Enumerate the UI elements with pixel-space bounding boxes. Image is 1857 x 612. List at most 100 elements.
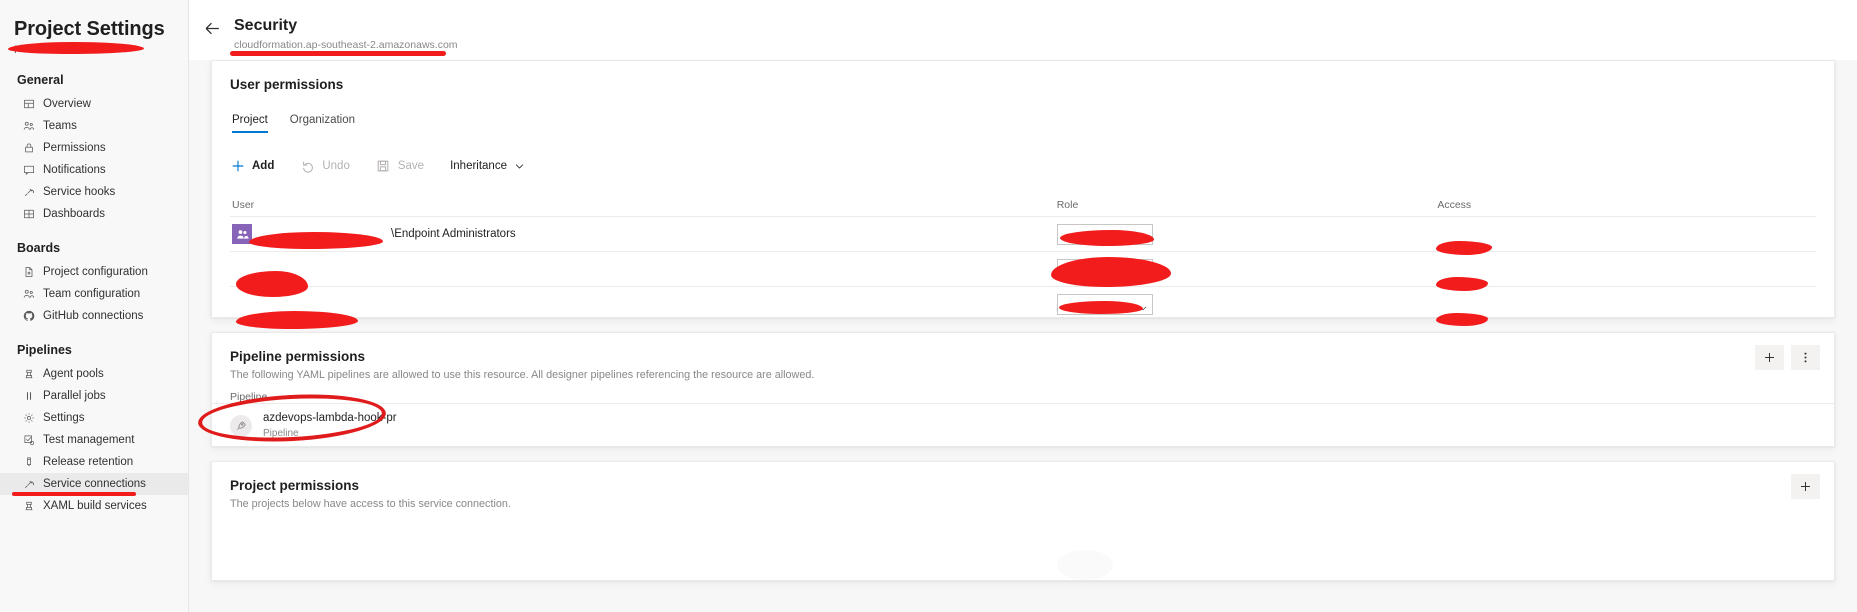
sidebar-item-project-configuration[interactable]: Project configuration	[0, 261, 188, 283]
sidebar-item-overview[interactable]: Overview	[0, 93, 188, 115]
pipeline-permissions-card: Pipeline permissions The following YAML …	[196, 332, 1835, 447]
save-button[interactable]: Save	[376, 159, 424, 174]
list-item[interactable]: azdevops-lambda-hook-pr Pipeline	[196, 390, 1834, 447]
chevron-down-icon	[1138, 300, 1148, 310]
agent-icon	[22, 500, 35, 513]
table-row[interactable]	[230, 252, 1816, 297]
back-arrow-icon[interactable]	[203, 19, 221, 37]
sidebar-item-agent-pools[interactable]: Agent pools	[0, 363, 188, 385]
app-root: Project Settings P General Overview Teams P…	[0, 0, 1857, 612]
user-permissions-table: User Role Access \Endpoint Administrator…	[230, 193, 1816, 329]
page-subtitle-text: cloudformation.ap-southeast-2.amazonaws.…	[234, 39, 458, 51]
redaction-mark-access-3	[1436, 312, 1489, 326]
sidebar-item-label: Settings	[43, 412, 85, 424]
table-row[interactable]	[230, 287, 1816, 329]
sidebar-item-service-connections[interactable]: Service connections	[0, 473, 188, 496]
column-header-user: User	[232, 198, 255, 211]
sidebar-item-label: Agent pools	[43, 368, 104, 380]
cell-role[interactable]	[1050, 256, 1436, 287]
pipeline-permissions-description: The following YAML pipelines are allowed…	[230, 369, 815, 381]
cell-role[interactable]	[1055, 294, 1436, 315]
plus-icon	[230, 159, 245, 174]
sidebar-item-label: Project configuration	[43, 266, 148, 278]
role-dropdown[interactable]	[1056, 223, 1153, 245]
sidebar: Project Settings P General Overview Teams P…	[0, 0, 189, 612]
user-permissions-card: User permissions Project Organization Ad…	[211, 60, 1835, 329]
github-icon	[22, 310, 35, 323]
column-header-access: Access	[1437, 198, 1472, 211]
page-title: Security	[234, 17, 298, 34]
sidebar-item-label: Teams	[43, 120, 77, 132]
tab-project[interactable]: Project	[232, 114, 268, 133]
more-options-button[interactable]	[1791, 345, 1820, 370]
sidebar-item-label: Service hooks	[43, 186, 116, 198]
annotation-underline-subtitle	[230, 51, 446, 56]
undo-button[interactable]: Undo	[300, 159, 350, 174]
lock-icon	[22, 142, 35, 155]
pipeline-name: azdevops-lambda-hook-pr	[263, 412, 397, 424]
main-content: Security cloudformation.ap-southeast-2.a…	[189, 0, 1857, 612]
sidebar-item-service-hooks[interactable]: Service hooks	[0, 181, 188, 203]
sidebar-item-test-management[interactable]: Test management	[0, 429, 188, 451]
pipeline-type: Pipeline	[263, 428, 299, 439]
cell-user: \Endpoint Administrators	[230, 224, 1055, 249]
sidebar-group-pipelines: Pipelines	[17, 343, 72, 357]
sidebar-item-label: Team configuration	[43, 288, 141, 300]
sidebar-item-label: GitHub connections	[43, 310, 144, 322]
project-permissions-description: The projects below have access to this s…	[230, 498, 511, 510]
sidebar-item-label: Service connections	[43, 478, 146, 490]
add-pipeline-button[interactable]	[1755, 345, 1784, 370]
table-row[interactable]: \Endpoint Administrators	[230, 217, 1816, 255]
sidebar-title: Project Settings	[14, 18, 165, 40]
sidebar-item-settings[interactable]: Settings	[0, 407, 188, 429]
pipeline-permissions-heading: Pipeline permissions	[230, 349, 366, 364]
overview-icon	[22, 98, 35, 111]
sidebar-item-label: Overview	[43, 98, 91, 110]
project-permissions-heading: Project permissions	[230, 478, 360, 493]
add-project-button[interactable]	[1791, 474, 1820, 499]
sidebar-subtitle-text: P	[14, 44, 22, 56]
plug-icon	[22, 478, 35, 491]
sidebar-item-permissions[interactable]: Permissions	[0, 137, 188, 159]
sidebar-item-label: Release retention	[43, 456, 134, 468]
save-button-label: Save	[397, 160, 425, 172]
tab-organization[interactable]: Organization	[290, 114, 355, 133]
undo-button-label: Undo	[322, 160, 350, 172]
sidebar-item-dashboards[interactable]: Dashboards	[0, 203, 188, 225]
sidebar-item-teams[interactable]: Teams	[0, 115, 188, 137]
sidebar-item-xaml-build-services[interactable]: XAML build services	[0, 495, 188, 517]
sidebar-item-notifications[interactable]: Notifications	[0, 159, 188, 181]
sidebar-item-release-retention[interactable]: Release retention	[0, 451, 188, 473]
sidebar-item-github-connections[interactable]: GitHub connections	[0, 305, 188, 327]
inheritance-dropdown[interactable]: Inheritance	[450, 160, 525, 172]
agent-icon	[22, 368, 35, 381]
document-icon	[22, 266, 35, 279]
gear-icon	[22, 412, 35, 425]
role-dropdown[interactable]	[1056, 294, 1153, 315]
dashboard-icon	[22, 208, 35, 221]
sidebar-item-label: XAML build services	[43, 500, 147, 512]
sidebar-nav: General Overview Teams Permissions Notificat…	[0, 57, 188, 517]
page-subtitle: cloudformation.ap-southeast-2.amazonaws.…	[230, 38, 458, 56]
sidebar-item-parallel-jobs[interactable]: Parallel jobs	[0, 385, 188, 407]
column-header-role: Role	[1056, 198, 1079, 211]
cell-user-text: \Endpoint Administrators	[391, 228, 516, 240]
retention-icon	[22, 456, 35, 469]
save-icon	[376, 159, 391, 174]
permissions-toolbar: Add Undo Save Inheritance	[230, 147, 1816, 185]
cell-role[interactable]	[1055, 223, 1436, 246]
sidebar-group-boards: Boards	[17, 241, 61, 255]
pipeline-card-actions	[1755, 345, 1820, 370]
redaction-mark-user-3	[236, 310, 358, 329]
sidebar-subtitle: P	[0, 41, 188, 57]
project-permissions-card: Project permissions The projects below h…	[211, 461, 1835, 581]
inheritance-label: Inheritance	[450, 160, 507, 172]
user-permissions-heading: User permissions	[230, 77, 344, 92]
add-button[interactable]: Add	[230, 159, 274, 174]
rocket-icon	[230, 414, 252, 437]
plug-icon	[22, 186, 35, 199]
sidebar-item-team-configuration[interactable]: Team configuration	[0, 283, 188, 305]
role-dropdown[interactable]	[1056, 258, 1153, 280]
tab-project-label: Project	[232, 114, 268, 126]
user-permissions-tabs: Project Organization	[230, 114, 1816, 133]
